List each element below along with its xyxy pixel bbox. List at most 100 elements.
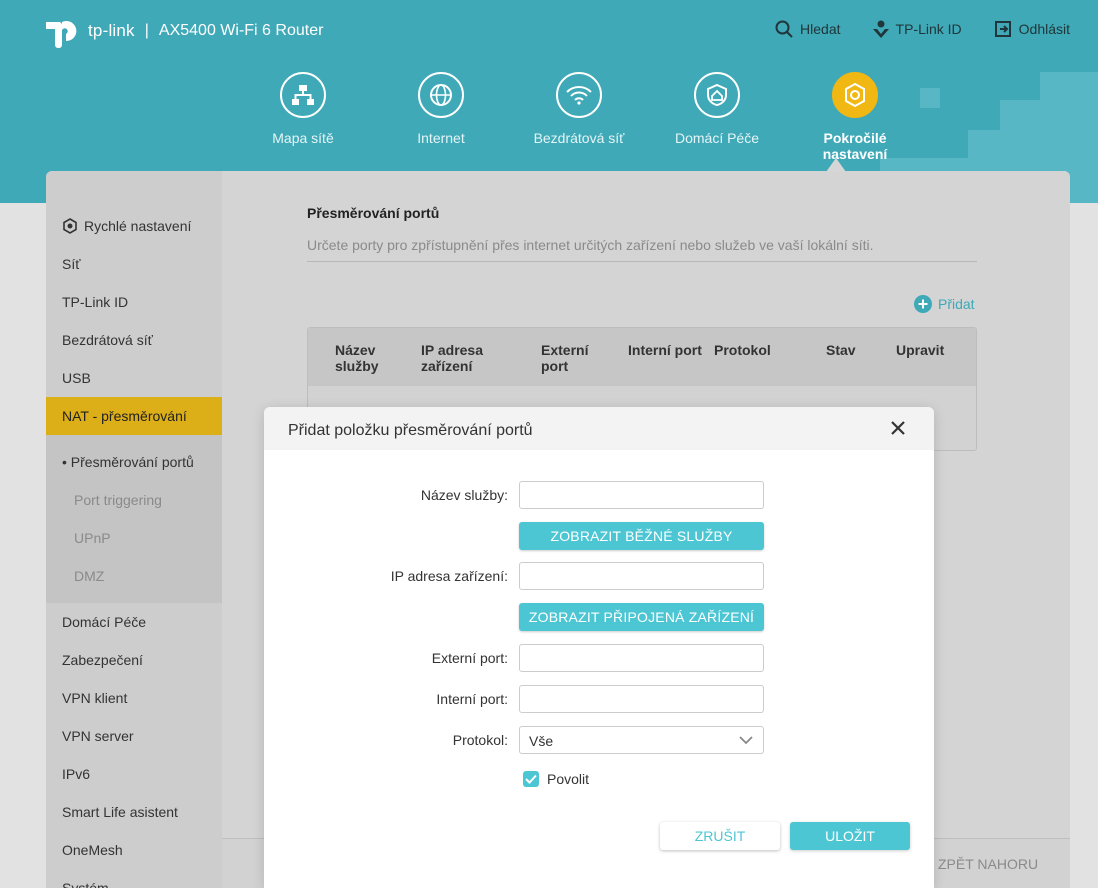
header-decoration — [1000, 100, 1040, 130]
chevron-down-icon — [739, 736, 753, 745]
sidebar-item-label: USB — [62, 370, 91, 386]
sidebar-item-vpn-client[interactable]: VPN klient — [62, 690, 127, 706]
add-rule-label: Přidat — [938, 296, 975, 312]
sidebar-item-label: Rychlé nastavení — [84, 218, 192, 234]
table-header: Název služby IP adresa zařízení Externí … — [308, 328, 976, 386]
sidebar-item-onemesh[interactable]: OneMesh — [62, 842, 123, 858]
sidebar-item-label: TP-Link ID — [62, 294, 129, 310]
top-links: Hledat TP-Link ID Odhlásit — [775, 20, 1070, 38]
nav-advanced-label: Pokročilé nastavení — [822, 130, 888, 162]
sidebar-item-quick-setup[interactable]: Rychlé nastavení — [62, 218, 191, 234]
submenu-item-port-forwarding[interactable]: • Přesměrování portů — [62, 454, 194, 470]
save-button[interactable]: ULOŽIT — [790, 822, 910, 850]
sidebar-item-label: VPN klient — [62, 690, 128, 706]
column-header-edit: Upravit — [896, 342, 945, 358]
tplink-logo-icon — [46, 14, 82, 48]
dialog-header: Přidat položku přesměrování portů — [264, 407, 934, 450]
sidebar-item-vpn-server[interactable]: VPN server — [62, 728, 134, 744]
show-connected-devices-button[interactable]: ZOBRAZIT PŘIPOJENÁ ZAŘÍZENÍ — [519, 603, 764, 631]
active-nav-pointer — [826, 158, 846, 172]
wifi-icon — [556, 72, 602, 118]
service-name-input[interactable] — [519, 481, 764, 509]
logout-link-label: Odhlásit — [1018, 21, 1070, 37]
sidebar-item-homecare[interactable]: Domácí Péče — [62, 614, 146, 630]
show-common-services-button[interactable]: ZOBRAZIT BĚŽNÉ SLUŽBY — [519, 522, 764, 550]
nav-homecare[interactable]: Domácí Péče — [648, 72, 786, 162]
sidebar-item-nat[interactable]: NAT - přesměrování — [46, 397, 222, 435]
column-header-ip: IP adresa zařízení — [421, 342, 484, 374]
nav-wireless[interactable]: Bezdrátová síť — [510, 72, 648, 162]
column-header-status: Stav — [826, 342, 856, 358]
add-port-forwarding-dialog: Přidat položku přesměrování portů Název … — [264, 407, 934, 888]
device-ip-label: IP adresa zařízení: — [390, 568, 508, 584]
sidebar-item-label: Systém — [62, 880, 109, 888]
back-to-top-link[interactable]: ZPĚT NAHORU — [938, 856, 1038, 872]
brand-name: tp-link — [88, 21, 135, 40]
sidebar-item-tplink-id[interactable]: TP-Link ID — [62, 294, 128, 310]
search-link[interactable]: Hledat — [775, 20, 841, 38]
submenu-item-label: Port triggering — [74, 492, 162, 508]
close-icon[interactable] — [890, 420, 906, 436]
enable-checkbox-row[interactable]: Povolit — [523, 771, 589, 787]
header-decoration — [1040, 72, 1098, 130]
home-shield-icon — [694, 72, 740, 118]
nav-homecare-label: Domácí Péče — [674, 130, 760, 146]
gear-icon — [63, 218, 77, 234]
enable-checkbox-label: Povolit — [547, 771, 590, 787]
add-rule-button[interactable]: Přidat — [914, 295, 975, 313]
nav-advanced[interactable]: Pokročilé nastavení — [786, 72, 924, 162]
sidebar-item-label: Síť — [62, 256, 81, 272]
network-map-icon — [280, 72, 326, 118]
column-header-external-port: Externí port — [541, 342, 589, 374]
sidebar-item-label: Zabezpečení — [62, 652, 143, 668]
protocol-selected-value: Vše — [529, 733, 554, 749]
sidebar-item-label: VPN server — [62, 728, 134, 744]
search-link-label: Hledat — [800, 21, 841, 37]
nav-wireless-label: Bezdrátová síť — [533, 130, 625, 146]
sidebar-item-label: Domácí Péče — [62, 614, 147, 630]
nav-internet[interactable]: Internet — [372, 72, 510, 162]
sidebar-item-security[interactable]: Zabezpečení — [62, 652, 143, 668]
service-name-label: Název služby: — [420, 487, 508, 503]
column-header-protocol: Protokol — [714, 342, 771, 358]
sidebar-item-network[interactable]: Síť — [62, 256, 80, 272]
nav-network-map[interactable]: Mapa sítě — [234, 72, 372, 162]
header-decoration — [968, 130, 1098, 158]
search-icon — [775, 20, 793, 38]
internal-port-input[interactable] — [519, 685, 764, 713]
advanced-gear-icon — [832, 72, 878, 118]
enable-checkbox[interactable] — [523, 771, 539, 787]
tplink-logo[interactable]: tp-link | AX5400 Wi-Fi 6 Router — [46, 14, 323, 48]
tplink-id-link[interactable]: TP-Link ID — [872, 20, 962, 38]
title-divider — [307, 261, 977, 262]
submenu-item-upnp[interactable]: UPnP — [74, 530, 111, 546]
column-header-internal-port: Interní port — [628, 342, 702, 358]
sidebar-item-system[interactable]: Systém — [62, 880, 109, 888]
sidebar-item-wireless[interactable]: Bezdrátová síť — [62, 332, 153, 348]
submenu-item-port-triggering[interactable]: Port triggering — [74, 492, 162, 508]
external-port-input[interactable] — [519, 644, 764, 672]
router-model: AX5400 Wi-Fi 6 Router — [158, 22, 324, 39]
tplink-id-link-label: TP-Link ID — [895, 21, 962, 37]
sidebar-item-usb[interactable]: USB — [62, 370, 91, 386]
globe-icon — [418, 72, 464, 118]
device-ip-input[interactable] — [519, 562, 764, 590]
protocol-select[interactable]: Vše — [519, 726, 764, 754]
dialog-title: Přidat položku přesměrování portů — [288, 422, 533, 439]
submenu-item-dmz[interactable]: DMZ — [74, 568, 104, 584]
protocol-label: Protokol: — [452, 732, 508, 748]
nat-submenu: • Přesměrování portů Port triggering UPn… — [46, 435, 222, 603]
sidebar: Rychlé nastavení Síť TP-Link ID Bezdráto… — [46, 171, 222, 888]
sidebar-item-label: NAT - přesměrování — [62, 408, 187, 424]
sidebar-item-label: Bezdrátová síť — [62, 332, 153, 348]
cancel-button[interactable]: ZRUŠIT — [660, 822, 780, 850]
logout-icon — [994, 21, 1011, 37]
page-description: Určete porty pro zpřístupnění přes inter… — [307, 237, 874, 253]
submenu-item-label: UPnP — [74, 530, 111, 546]
logout-link[interactable]: Odhlásit — [994, 20, 1070, 38]
sidebar-item-ipv6[interactable]: IPv6 — [62, 766, 90, 782]
sidebar-item-smart-life[interactable]: Smart Life asistent — [62, 804, 178, 820]
tplink-id-icon — [872, 20, 889, 38]
main-nav: Mapa sítě Internet Bezdrátová síť Domácí… — [234, 72, 924, 162]
submenu-item-label: DMZ — [74, 568, 105, 584]
